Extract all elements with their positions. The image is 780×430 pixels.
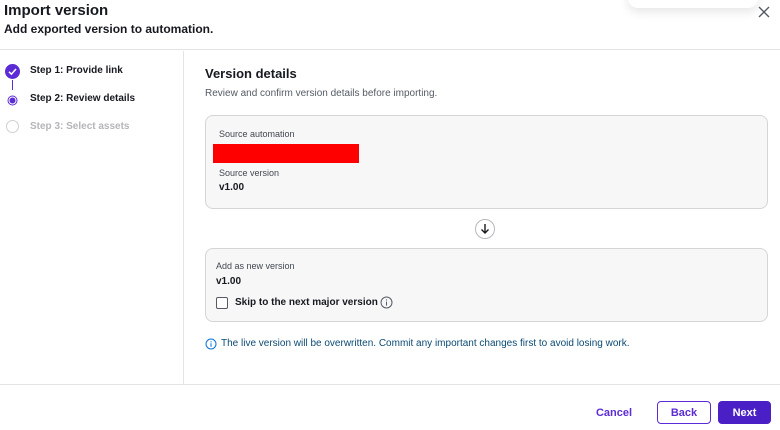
cancel-button[interactable]: Cancel bbox=[586, 401, 642, 424]
section-description: Review and confirm version details befor… bbox=[205, 88, 438, 99]
dialog-header: Import version Add exported version to a… bbox=[0, 0, 780, 50]
step-current-indicator bbox=[7, 93, 18, 106]
step-complete-indicator bbox=[5, 64, 20, 79]
dialog-title: Import version bbox=[4, 2, 109, 19]
arrow-down-badge bbox=[475, 219, 495, 239]
close-icon bbox=[758, 6, 770, 18]
check-icon bbox=[8, 68, 17, 76]
notice-text: The live version will be overwritten. Co… bbox=[221, 338, 630, 349]
step-2: Step 2: Review details bbox=[0, 92, 184, 110]
redacted-source-automation bbox=[213, 144, 359, 163]
overwrite-notice: The live version will be overwritten. Co… bbox=[205, 338, 775, 352]
back-button[interactable]: Back bbox=[657, 401, 711, 424]
section-title: Version details bbox=[205, 66, 297, 81]
skip-major-option[interactable]: Skip to the next major version bbox=[216, 296, 516, 311]
step-1-label: Step 1: Provide link bbox=[30, 65, 123, 76]
close-button[interactable] bbox=[754, 2, 774, 22]
source-card: Source automation Source version v1.00 bbox=[205, 115, 768, 209]
overlay-shadow bbox=[628, 0, 758, 8]
skip-major-checkbox[interactable] bbox=[216, 297, 228, 309]
step-disabled-indicator bbox=[6, 120, 19, 133]
arrow-down-icon bbox=[481, 224, 489, 234]
new-version-value: v1.00 bbox=[216, 276, 242, 287]
skip-major-label: Skip to the next major version bbox=[235, 297, 378, 308]
step-1[interactable]: Step 1: Provide link bbox=[0, 64, 184, 82]
source-version-value: v1.00 bbox=[219, 182, 245, 193]
step-3: Step 3: Select assets bbox=[0, 120, 184, 138]
step-2-label: Step 2: Review details bbox=[30, 93, 136, 104]
info-circle-icon bbox=[205, 338, 217, 350]
target-card: Add as new version v1.00 Skip to the nex… bbox=[205, 248, 768, 322]
source-automation-label: Source automation bbox=[219, 129, 295, 139]
new-version-label: Add as new version bbox=[216, 261, 295, 271]
info-icon[interactable] bbox=[380, 296, 393, 309]
dialog-footer: Cancel Back Next bbox=[0, 384, 780, 430]
step-3-label: Step 3: Select assets bbox=[30, 121, 130, 132]
wizard-steps: Step 1: Provide link Step 2: Review deta… bbox=[0, 51, 184, 384]
source-version-label: Source version bbox=[219, 168, 280, 178]
next-button[interactable]: Next bbox=[718, 401, 771, 424]
current-dot-icon bbox=[7, 95, 18, 106]
dialog-subtitle: Add exported version to automation. bbox=[4, 22, 214, 36]
